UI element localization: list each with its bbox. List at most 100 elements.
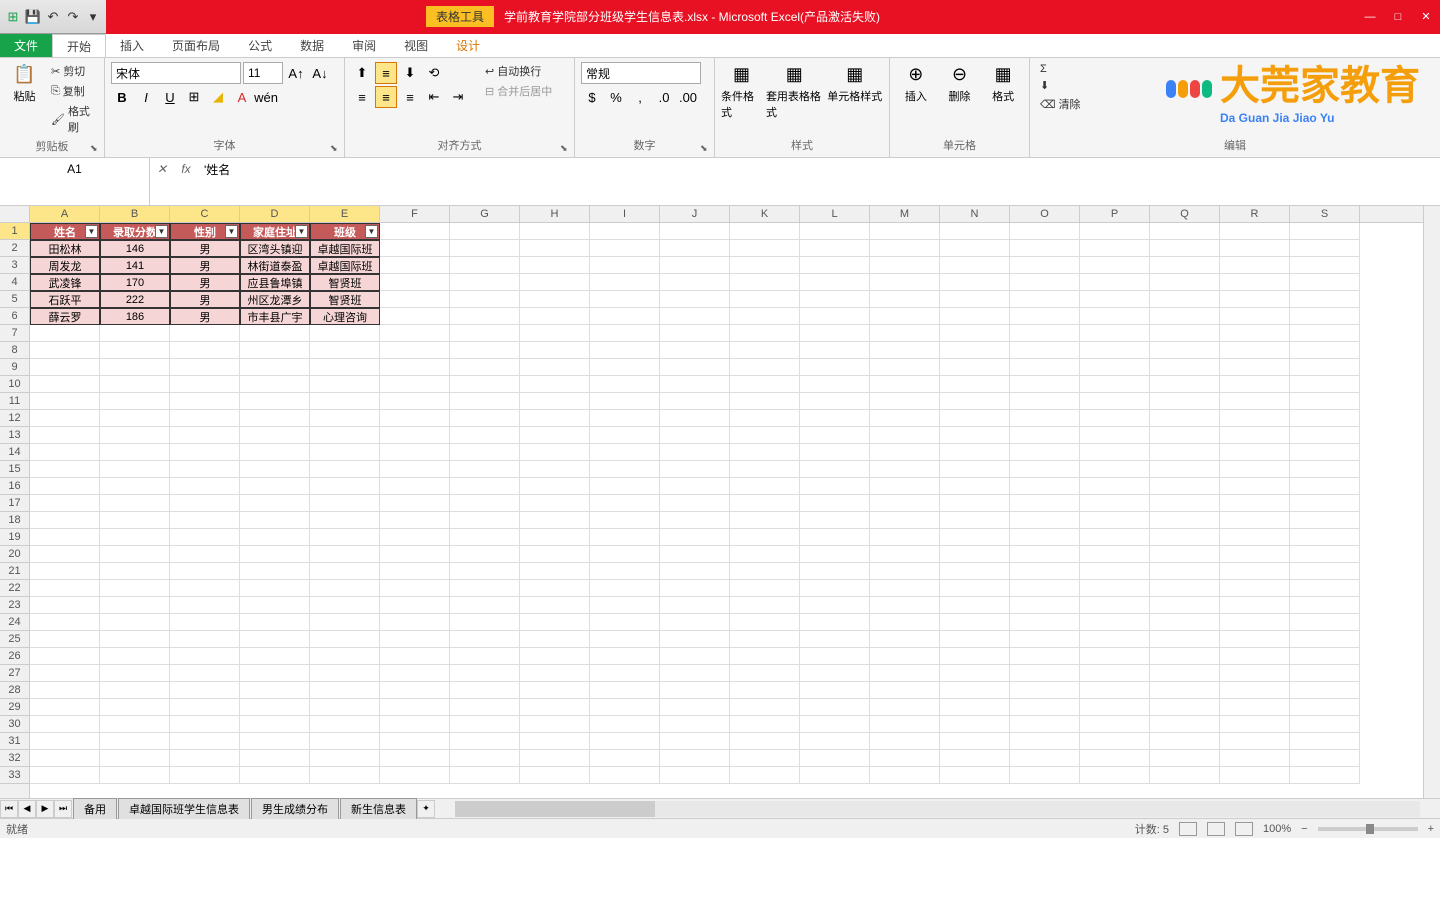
empty-cell[interactable] — [450, 699, 520, 716]
empty-cell[interactable] — [1220, 546, 1290, 563]
tab-review[interactable]: 审阅 — [338, 34, 390, 57]
phonetic-button[interactable]: wén — [255, 86, 277, 108]
empty-cell[interactable] — [100, 342, 170, 359]
empty-cell[interactable] — [520, 682, 590, 699]
empty-cell[interactable] — [1010, 750, 1080, 767]
empty-cell[interactable] — [1290, 444, 1360, 461]
empty-cell[interactable] — [380, 478, 450, 495]
empty-cell[interactable] — [800, 733, 870, 750]
empty-cell[interactable] — [310, 478, 380, 495]
empty-cell[interactable] — [520, 376, 590, 393]
empty-cell[interactable] — [590, 427, 660, 444]
empty-cell[interactable] — [660, 750, 730, 767]
font-size-select[interactable] — [243, 62, 283, 84]
empty-cell[interactable] — [1150, 444, 1220, 461]
empty-cell[interactable] — [1080, 529, 1150, 546]
filter-dropdown-icon[interactable]: ▼ — [365, 225, 378, 238]
empty-cell[interactable] — [1290, 529, 1360, 546]
zoom-in-button[interactable]: + — [1428, 823, 1434, 835]
empty-cell[interactable] — [1150, 699, 1220, 716]
decrease-indent-button[interactable]: ⇤ — [423, 86, 445, 108]
empty-cell[interactable] — [450, 308, 520, 325]
empty-cell[interactable] — [1290, 257, 1360, 274]
empty-cell[interactable] — [30, 495, 100, 512]
empty-cell[interactable] — [1080, 665, 1150, 682]
row-header[interactable]: 20 — [0, 546, 29, 563]
empty-cell[interactable] — [660, 393, 730, 410]
empty-cell[interactable] — [1220, 648, 1290, 665]
empty-cell[interactable] — [1290, 631, 1360, 648]
empty-cell[interactable] — [800, 478, 870, 495]
empty-cell[interactable] — [1010, 699, 1080, 716]
empty-cell[interactable] — [870, 444, 940, 461]
empty-cell[interactable] — [940, 512, 1010, 529]
empty-cell[interactable] — [240, 614, 310, 631]
empty-cell[interactable] — [380, 240, 450, 257]
empty-cell[interactable] — [380, 308, 450, 325]
empty-cell[interactable] — [1290, 546, 1360, 563]
empty-cell[interactable] — [1010, 410, 1080, 427]
sheet-nav-next[interactable]: ▶ — [36, 800, 54, 818]
clipboard-launcher[interactable]: ⬊ — [90, 143, 102, 155]
empty-cell[interactable] — [730, 342, 800, 359]
empty-cell[interactable] — [240, 699, 310, 716]
empty-cell[interactable] — [940, 665, 1010, 682]
table-data-cell[interactable]: 周发龙 — [30, 257, 100, 274]
empty-cell[interactable] — [240, 665, 310, 682]
empty-cell[interactable] — [450, 631, 520, 648]
filter-dropdown-icon[interactable]: ▼ — [225, 225, 238, 238]
empty-cell[interactable] — [870, 495, 940, 512]
empty-cell[interactable] — [800, 427, 870, 444]
empty-cell[interactable] — [100, 733, 170, 750]
cell-reference-input[interactable] — [0, 158, 149, 180]
empty-cell[interactable] — [310, 563, 380, 580]
empty-cell[interactable] — [1290, 733, 1360, 750]
empty-cell[interactable] — [520, 291, 590, 308]
empty-cell[interactable] — [940, 767, 1010, 784]
empty-cell[interactable] — [520, 257, 590, 274]
normal-view-button[interactable] — [1179, 822, 1197, 836]
empty-cell[interactable] — [100, 427, 170, 444]
empty-cell[interactable] — [940, 648, 1010, 665]
empty-cell[interactable] — [240, 563, 310, 580]
empty-cell[interactable] — [520, 308, 590, 325]
empty-cell[interactable] — [450, 614, 520, 631]
empty-cell[interactable] — [730, 597, 800, 614]
empty-cell[interactable] — [870, 699, 940, 716]
empty-cell[interactable] — [310, 546, 380, 563]
empty-cell[interactable] — [940, 478, 1010, 495]
align-center-button[interactable]: ≡ — [375, 86, 397, 108]
select-all-corner[interactable] — [0, 206, 29, 223]
increase-font-button[interactable]: A↑ — [285, 62, 307, 84]
empty-cell[interactable] — [170, 597, 240, 614]
empty-cell[interactable] — [660, 682, 730, 699]
empty-cell[interactable] — [30, 665, 100, 682]
empty-cell[interactable] — [450, 461, 520, 478]
empty-cell[interactable] — [1080, 359, 1150, 376]
empty-cell[interactable] — [590, 410, 660, 427]
empty-cell[interactable] — [940, 597, 1010, 614]
row-header[interactable]: 16 — [0, 478, 29, 495]
empty-cell[interactable] — [800, 580, 870, 597]
tab-formula[interactable]: 公式 — [234, 34, 286, 57]
empty-cell[interactable] — [30, 614, 100, 631]
empty-cell[interactable] — [170, 410, 240, 427]
empty-cell[interactable] — [660, 614, 730, 631]
empty-cell[interactable] — [380, 223, 450, 240]
empty-cell[interactable] — [660, 274, 730, 291]
empty-cell[interactable] — [660, 223, 730, 240]
empty-cell[interactable] — [660, 563, 730, 580]
empty-cell[interactable] — [380, 376, 450, 393]
column-header[interactable]: B — [100, 206, 170, 222]
empty-cell[interactable] — [1080, 631, 1150, 648]
empty-cell[interactable] — [1150, 291, 1220, 308]
conditional-format-button[interactable]: ▦条件格式 — [721, 62, 762, 135]
empty-cell[interactable] — [730, 767, 800, 784]
empty-cell[interactable] — [1220, 529, 1290, 546]
empty-cell[interactable] — [170, 614, 240, 631]
empty-cell[interactable] — [310, 682, 380, 699]
empty-cell[interactable] — [940, 325, 1010, 342]
row-header[interactable]: 18 — [0, 512, 29, 529]
empty-cell[interactable] — [660, 240, 730, 257]
empty-cell[interactable] — [450, 597, 520, 614]
